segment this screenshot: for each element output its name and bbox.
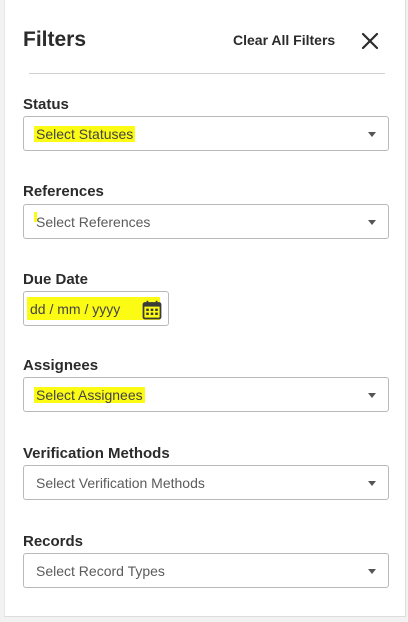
status-label: Status [23, 96, 69, 113]
close-button[interactable] [360, 31, 380, 51]
due-date-input[interactable]: dd / mm / yyyy [23, 291, 169, 326]
status-placeholder: Select Statuses [34, 126, 136, 142]
records-select[interactable]: Select Record Types [23, 553, 389, 588]
calendar-icon [142, 300, 162, 320]
chevron-down-icon [368, 481, 376, 486]
due-date-placeholder: dd / mm / yyyy [30, 301, 121, 317]
chevron-down-icon [368, 220, 376, 225]
calendar-button[interactable] [142, 300, 162, 320]
assignees-placeholder: Select Assignees [34, 387, 145, 403]
due-date-label: Due Date [23, 271, 89, 288]
assignees-select[interactable]: Select Assignees [23, 377, 389, 412]
header-divider [29, 73, 385, 74]
chevron-down-icon [368, 132, 376, 137]
verification-methods-select[interactable]: Select Verification Methods [23, 465, 389, 500]
verification-methods-label: Verification Methods [23, 445, 170, 462]
chevron-down-icon [368, 569, 376, 574]
chevron-down-icon [368, 393, 376, 398]
assignees-label: Assignees [23, 357, 99, 374]
filters-panel: Filters Clear All Filters Status Select … [4, 0, 406, 617]
close-icon [361, 32, 379, 50]
filters-header: Filters Clear All Filters [5, 0, 405, 74]
references-label: References [23, 183, 104, 200]
verification-methods-placeholder: Select Verification Methods [36, 475, 205, 491]
status-select[interactable]: Select Statuses [23, 116, 389, 151]
clear-all-filters-button[interactable]: Clear All Filters [233, 32, 335, 48]
references-select[interactable]: Select References [23, 204, 389, 239]
panel-title: Filters [23, 28, 87, 51]
records-label: Records [23, 533, 84, 550]
references-placeholder: Select References [36, 214, 151, 230]
records-placeholder: Select Record Types [36, 563, 165, 579]
